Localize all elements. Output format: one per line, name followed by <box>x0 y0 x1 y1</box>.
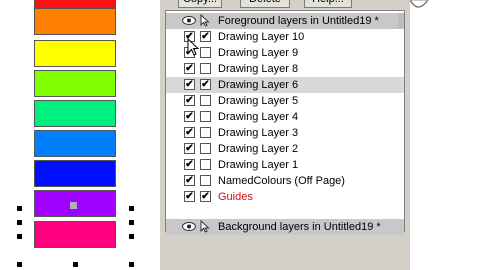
layer-locked-checkbox[interactable] <box>200 175 211 186</box>
background-layers-header[interactable]: Background layers in Untitled19 * <box>166 219 404 235</box>
layer-label: Drawing Layer 1 <box>218 159 299 171</box>
layer-visible-checkbox[interactable]: ✔ <box>184 111 195 122</box>
swatch-pink[interactable] <box>34 221 116 248</box>
selection-handle-bm[interactable] <box>73 262 78 267</box>
layer-visible-checkbox[interactable]: ✔ <box>184 79 195 90</box>
layer-locked-checkbox[interactable] <box>200 143 211 154</box>
selection-handle-br2[interactable] <box>129 262 134 267</box>
layer-locked-checkbox[interactable] <box>200 95 211 106</box>
swatch-blue[interactable] <box>34 160 116 187</box>
layer-row[interactable]: ✔ Drawing Layer 2 <box>166 141 404 157</box>
eye-icon[interactable] <box>182 16 196 25</box>
layer-locked-checkbox[interactable] <box>200 159 211 170</box>
help-button[interactable]: Help... <box>304 0 352 8</box>
layer-label: Drawing Layer 6 <box>218 79 299 91</box>
selection-handle-br[interactable] <box>129 234 134 239</box>
gallery-toolbar: Copy... Delete Help... <box>160 0 410 10</box>
layer-visible-checkbox[interactable]: ✔ <box>184 191 195 202</box>
pointer-icon[interactable] <box>200 14 210 27</box>
layer-row[interactable]: ✔ NamedColours (Off Page) <box>166 173 404 189</box>
selection-handle-bl2[interactable] <box>17 262 22 267</box>
layer-label: Drawing Layer 3 <box>218 127 299 139</box>
layer-locked-checkbox[interactable] <box>200 111 211 122</box>
selection-handle-mr[interactable] <box>129 220 134 225</box>
selection-handle-tl[interactable] <box>17 206 22 211</box>
layer-row[interactable]: ✔ Drawing Layer 8 <box>166 61 404 77</box>
copy-button[interactable]: Copy... <box>178 0 222 8</box>
layer-visible-checkbox[interactable]: ✔ <box>184 175 195 186</box>
layer-locked-checkbox[interactable]: ✔ <box>200 31 211 42</box>
foreground-header-label: Foreground layers in Untitled19 * <box>218 15 379 27</box>
layer-label: Drawing Layer 8 <box>218 63 299 75</box>
layer-locked-checkbox[interactable] <box>200 47 211 58</box>
layer-row[interactable]: ✔ ✔ Guides <box>166 189 404 205</box>
layer-row[interactable]: ✔ Drawing Layer 1 <box>166 157 404 173</box>
layer-list: Foreground layers in Untitled19 * ✔ ✔ Draw… <box>165 10 405 235</box>
layer-visible-checkbox[interactable]: ✔ <box>184 63 195 74</box>
selection-center-handle[interactable] <box>70 202 77 209</box>
layer-label: Drawing Layer 2 <box>218 143 299 155</box>
swatch-sky[interactable] <box>34 130 116 157</box>
panel-right-margin <box>410 0 480 270</box>
layer-row[interactable]: ✔ ✔ Drawing Layer 10 <box>166 29 404 45</box>
swatch-green[interactable] <box>34 100 116 127</box>
layer-label: Drawing Layer 4 <box>218 111 299 123</box>
swatch-lime[interactable] <box>34 70 116 97</box>
layer-label: Drawing Layer 9 <box>218 47 299 59</box>
foreground-layers-header[interactable]: Foreground layers in Untitled19 * <box>166 13 404 29</box>
background-header-label: Background layers in Untitled19 * <box>218 221 381 233</box>
mouse-cursor-icon <box>187 38 200 56</box>
layer-label: Drawing Layer 5 <box>218 95 299 107</box>
layer-row[interactable]: ✔ Drawing Layer 9 <box>166 45 404 61</box>
layer-locked-checkbox[interactable] <box>200 127 211 138</box>
layer-locked-checkbox[interactable]: ✔ <box>200 79 211 90</box>
selection-handle-tr[interactable] <box>129 206 134 211</box>
layer-visible-checkbox[interactable]: ✔ <box>184 159 195 170</box>
layer-visible-checkbox[interactable]: ✔ <box>184 95 195 106</box>
selection-handle-bl[interactable] <box>17 234 22 239</box>
layer-locked-checkbox[interactable]: ✔ <box>200 191 211 202</box>
swatch-yellow[interactable] <box>34 40 116 67</box>
layer-label: NamedColours (Off Page) <box>218 175 345 187</box>
selection-handle-ml[interactable] <box>17 220 22 225</box>
delete-button[interactable]: Delete <box>240 0 290 8</box>
layer-visible-checkbox[interactable]: ✔ <box>184 143 195 154</box>
layer-row[interactable]: ✔ ✔ Drawing Layer 6 <box>166 77 404 93</box>
list-scrollbar[interactable] <box>398 13 404 29</box>
layer-label: Guides <box>218 191 253 203</box>
layer-visible-checkbox[interactable]: ✔ <box>184 127 195 138</box>
pointer-icon[interactable] <box>200 220 210 233</box>
layer-row[interactable]: ✔ Drawing Layer 3 <box>166 125 404 141</box>
gallery-search-icon[interactable] <box>408 0 430 14</box>
swatch-orange[interactable] <box>34 8 116 35</box>
layer-label: Drawing Layer 10 <box>218 31 305 43</box>
layer-row[interactable]: ✔ Drawing Layer 4 <box>166 109 404 125</box>
layer-row[interactable]: ✔ Drawing Layer 5 <box>166 93 404 109</box>
eye-icon[interactable] <box>182 222 196 231</box>
layer-locked-checkbox[interactable] <box>200 63 211 74</box>
